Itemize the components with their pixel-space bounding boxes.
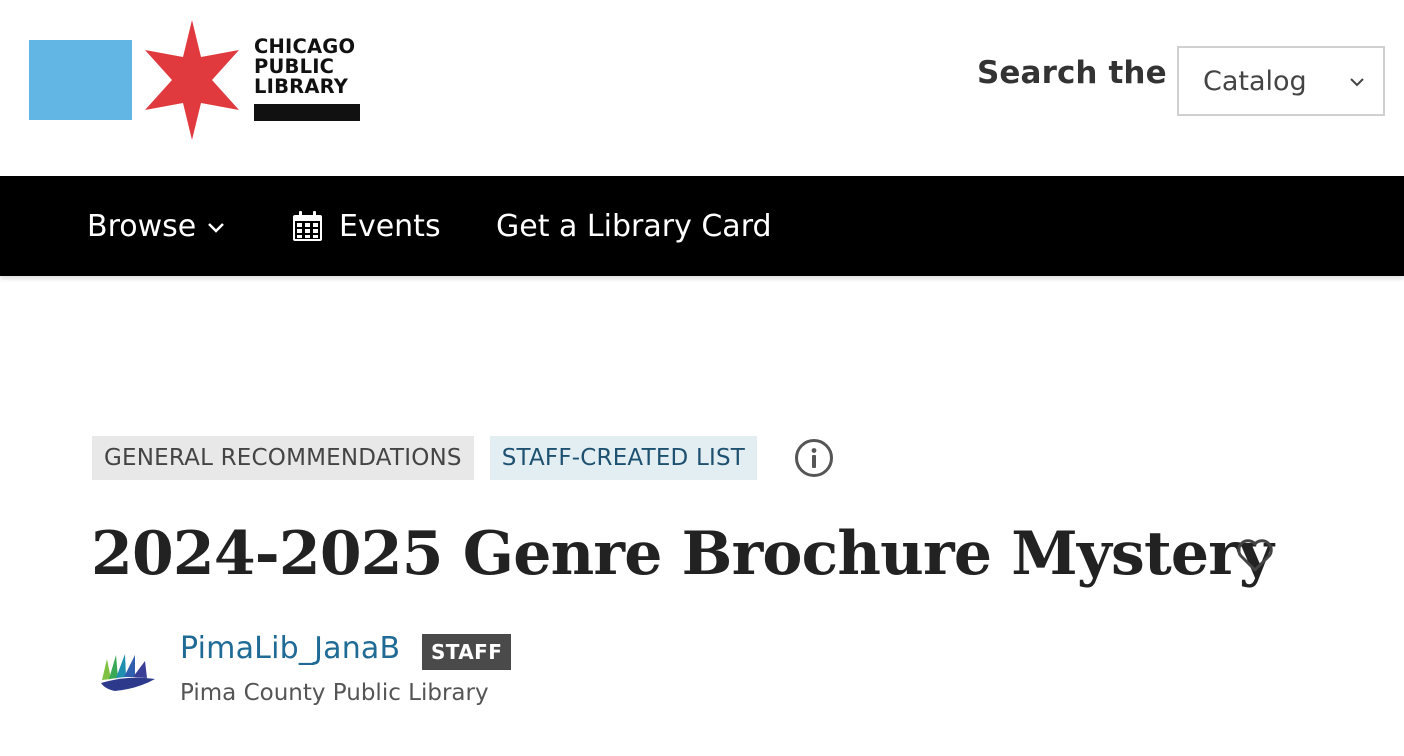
nav-browse-menu[interactable]: Browse xyxy=(87,205,226,247)
calendar-icon xyxy=(293,210,322,241)
heart-icon[interactable] xyxy=(1236,537,1274,573)
chevron-down-icon xyxy=(1350,78,1364,87)
badge-staff-created-list: STAFF-CREATED LIST xyxy=(489,436,758,480)
search-scope-select[interactable]: Catalog xyxy=(1177,46,1385,116)
logo-underline-bar xyxy=(254,104,360,121)
chevron-down-icon xyxy=(208,223,225,233)
nav-events-link[interactable]: Events xyxy=(291,205,441,247)
staff-badge: STAFF xyxy=(422,634,512,670)
badge-general-recommendations: GENERAL RECOMMENDATIONS xyxy=(92,436,474,480)
site-header: CHICAGO PUBLIC LIBRARY Search the Catalo… xyxy=(0,0,1404,176)
logo-blue-square xyxy=(29,40,132,120)
nav-browse-label: Browse xyxy=(87,208,197,244)
list-title: 2024-2025 Genre Brochure Mystery xyxy=(91,519,1274,589)
search-label: Search the xyxy=(977,55,1167,91)
nav-events-label: Events xyxy=(339,208,441,244)
logo-wordmark: CHICAGO PUBLIC LIBRARY xyxy=(254,35,356,98)
nav-library-card-link[interactable]: Get a Library Card xyxy=(496,205,772,247)
info-icon[interactable] xyxy=(794,438,834,478)
nav-library-card-label: Get a Library Card xyxy=(496,208,772,244)
author-avatar[interactable] xyxy=(97,645,157,695)
author-organization: Pima County Public Library xyxy=(180,680,489,706)
author-name-link[interactable]: PimaLib_JanaB xyxy=(180,631,400,666)
chicago-public-library-logo[interactable]: CHICAGO PUBLIC LIBRARY xyxy=(29,20,369,140)
logo-star-icon xyxy=(145,20,239,140)
search-scope-value: Catalog xyxy=(1203,66,1307,97)
main-nav: Browse Events Get a Library Card xyxy=(0,176,1404,276)
list-badges: GENERAL RECOMMENDATIONS STAFF-CREATED LI… xyxy=(92,436,834,480)
